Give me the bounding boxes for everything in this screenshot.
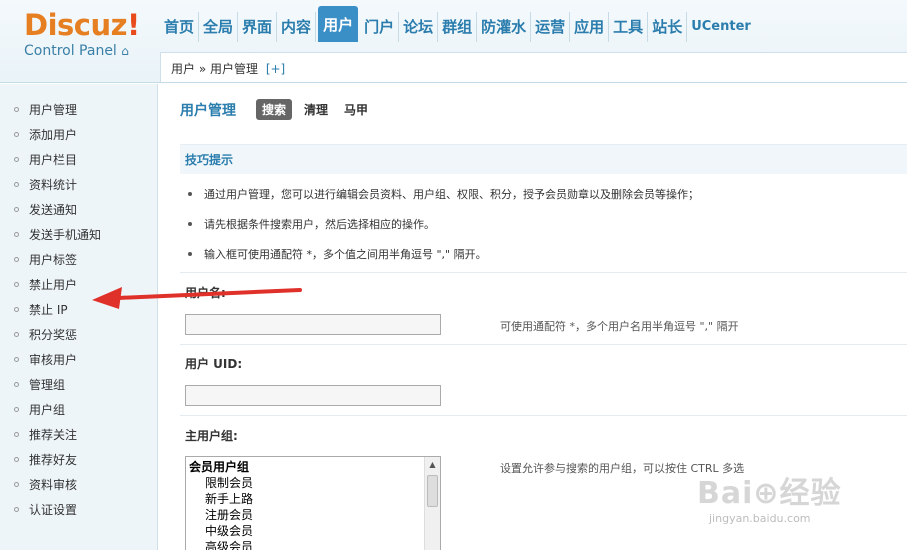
- scroll-up-icon[interactable]: ▲: [425, 457, 440, 472]
- sidebar-item-recommend-friends[interactable]: 推荐好友: [0, 448, 157, 473]
- nav-groups[interactable]: 群组: [438, 12, 478, 42]
- nav-users[interactable]: 用户: [318, 6, 359, 42]
- sidebar-item-recommend-follow[interactable]: 推荐关注: [0, 423, 157, 448]
- breadcrumb-text: 用户 » 用户管理: [171, 62, 258, 76]
- sub-bar: 用户 » 用户管理 [+]: [160, 52, 907, 82]
- sidebar-item-credit-rewards[interactable]: 积分奖惩: [0, 323, 157, 348]
- tips-title: 技巧提示: [180, 144, 907, 174]
- logo-brand: Discuz: [24, 8, 128, 42]
- bullet-icon: [14, 457, 19, 462]
- nav-interface[interactable]: 界面: [238, 12, 278, 42]
- nav-antispam[interactable]: 防灌水: [477, 12, 532, 42]
- multiselect-scrollbar[interactable]: ▲: [424, 457, 440, 550]
- sidebar: 用户管理 添加用户 用户栏目 资料统计 发送通知 发送手机通知 用户标签 禁止用…: [0, 84, 158, 550]
- nav-global[interactable]: 全局: [199, 12, 239, 42]
- sidebar-item-ban-ip[interactable]: 禁止 IP: [0, 298, 157, 323]
- sidebar-item-ban-user[interactable]: 禁止用户: [0, 273, 157, 298]
- nav-apps[interactable]: 应用: [570, 12, 610, 42]
- nav-tools[interactable]: 工具: [609, 12, 649, 42]
- user-group-multiselect[interactable]: 会员用户组 限制会员 新手上路 注册会员 中级会员 高级会员 ▲: [185, 456, 441, 550]
- uid-label: 用户 UID:: [185, 357, 243, 371]
- username-input[interactable]: [185, 314, 441, 335]
- bullet-icon: [14, 107, 19, 112]
- bullet-icon: [14, 382, 19, 387]
- group-option[interactable]: 注册会员: [189, 507, 421, 523]
- bullet-icon: [14, 232, 19, 237]
- tab-clean[interactable]: 清理: [304, 101, 328, 118]
- watermark-logo: Bai⊕经验: [697, 476, 842, 511]
- divider: [180, 272, 907, 273]
- sidebar-item-user-groups[interactable]: 用户组: [0, 398, 157, 423]
- sidebar-item-profile-stats[interactable]: 资料统计: [0, 173, 157, 198]
- username-hint: 可使用通配符 *，多个用户名用半角逗号 "," 隔开: [500, 320, 739, 333]
- bullet-icon: [14, 407, 19, 412]
- header: Discuz! Control Panel ⌂ 首页 全局 界面 内容 用户 门…: [0, 0, 907, 83]
- page-tabs: 用户管理 搜索 清理 马甲: [180, 99, 384, 120]
- username-label: 用户名:: [185, 286, 226, 300]
- sidebar-item-send-notice[interactable]: 发送通知: [0, 198, 157, 223]
- group-label: 主用户组:: [185, 429, 238, 443]
- nav-forum[interactable]: 论坛: [399, 12, 439, 42]
- group-option[interactable]: 新手上路: [189, 491, 421, 507]
- logo-mark: !: [127, 8, 140, 42]
- page-title: 用户管理: [180, 102, 236, 119]
- nav-operations[interactable]: 运营: [531, 12, 571, 42]
- tip-item: 输入框可使用通配符 *，多个值之间用半角逗号 "," 隔开。: [180, 240, 907, 270]
- bullet-icon: [14, 157, 19, 162]
- top-nav: 首页 全局 界面 内容 用户 门户 论坛 群组 防灌水 运营 应用 工具 站长 …: [160, 6, 755, 42]
- tab-search[interactable]: 搜索: [256, 99, 293, 120]
- bullet-icon: [188, 222, 192, 226]
- sidebar-item-admin-groups[interactable]: 管理组: [0, 373, 157, 398]
- tip-item: 通过用户管理，您可以进行编辑会员资料、用户组、权限、积分，授予会员勋章以及删除会…: [180, 180, 907, 210]
- bullet-icon: [14, 432, 19, 437]
- tab-alias[interactable]: 马甲: [344, 101, 368, 118]
- group-option[interactable]: 高级会员: [189, 539, 421, 550]
- sidebar-item-user-columns[interactable]: 用户栏目: [0, 148, 157, 173]
- bullet-icon: [14, 332, 19, 337]
- bullet-icon: [188, 252, 192, 256]
- nav-content[interactable]: 内容: [277, 12, 317, 42]
- divider: [180, 344, 907, 345]
- tip-item: 请先根据条件搜索用户，然后选择相应的操作。: [180, 210, 907, 240]
- watermark-url: jingyan.baidu.com: [709, 512, 811, 525]
- tips-panel: 技巧提示 通过用户管理，您可以进行编辑会员资料、用户组、权限、积分，授予会员勋章…: [180, 144, 907, 270]
- sidebar-item-verify-settings[interactable]: 认证设置: [0, 498, 157, 523]
- sidebar-menu: 用户管理 添加用户 用户栏目 资料统计 发送通知 发送手机通知 用户标签 禁止用…: [0, 84, 157, 523]
- group-option[interactable]: 中级会员: [189, 523, 421, 539]
- scroll-thumb[interactable]: [427, 475, 438, 507]
- logo[interactable]: Discuz! Control Panel ⌂: [24, 8, 140, 60]
- bullet-icon: [14, 507, 19, 512]
- bullet-icon: [14, 132, 19, 137]
- sidebar-item-profile-review[interactable]: 资料审核: [0, 473, 157, 498]
- bullet-icon: [188, 192, 192, 196]
- sidebar-item-user-tags[interactable]: 用户标签: [0, 248, 157, 273]
- nav-ucenter[interactable]: UCenter: [687, 12, 755, 42]
- breadcrumb: 用户 » 用户管理 [+]: [171, 60, 285, 77]
- nav-portal[interactable]: 门户: [360, 12, 400, 42]
- nav-home[interactable]: 首页: [160, 12, 200, 42]
- logo-subtitle: Control Panel: [24, 43, 117, 59]
- home-icon: ⌂: [121, 44, 129, 58]
- tips-list: 通过用户管理，您可以进行编辑会员资料、用户组、权限、积分，授予会员勋章以及删除会…: [180, 174, 907, 270]
- sidebar-item-add-user[interactable]: 添加用户: [0, 123, 157, 148]
- bullet-icon: [14, 182, 19, 187]
- add-to-favorites-button[interactable]: [+]: [266, 62, 285, 76]
- sidebar-item-moderate-users[interactable]: 审核用户: [0, 348, 157, 373]
- bullet-icon: [14, 257, 19, 262]
- optgroup-member: 会员用户组: [189, 460, 250, 474]
- group-option[interactable]: 限制会员: [189, 475, 421, 491]
- bullet-icon: [14, 357, 19, 362]
- bullet-icon: [14, 207, 19, 212]
- divider: [180, 415, 907, 416]
- uid-input[interactable]: [185, 385, 441, 406]
- sidebar-item-send-sms[interactable]: 发送手机通知: [0, 223, 157, 248]
- nav-admin[interactable]: 站长: [648, 12, 688, 42]
- bullet-icon: [14, 307, 19, 312]
- sidebar-item-user-management[interactable]: 用户管理: [0, 98, 157, 123]
- bullet-icon: [14, 282, 19, 287]
- watermark: Bai⊕经验 jingyan.baidu.com: [697, 468, 842, 525]
- bullet-icon: [14, 482, 19, 487]
